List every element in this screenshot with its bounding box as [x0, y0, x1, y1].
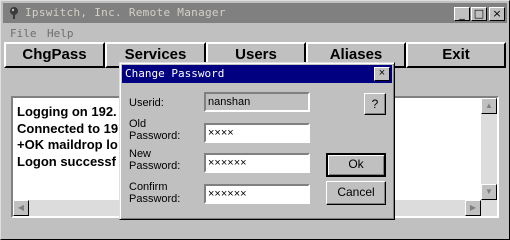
- log-line: Logon successf: [17, 154, 116, 169]
- scroll-down-arrow[interactable]: ▼: [481, 184, 497, 200]
- menu-bar: File Help: [3, 25, 507, 43]
- title-bar: Ipswitch, Inc. Remote Manager _ □ ×: [3, 3, 507, 23]
- cancel-button[interactable]: Cancel: [326, 181, 386, 205]
- confirm-password-label-1: Confirm: [129, 181, 168, 193]
- log-line: Connected to 19: [17, 121, 119, 136]
- confirm-password-label-2: Password:: [129, 193, 181, 205]
- vertical-scrollbar[interactable]: ▲ ▼: [481, 98, 497, 216]
- userid-label: Userid:: [129, 97, 164, 109]
- userid-field: nanshan: [204, 92, 310, 112]
- scroll-up-arrow[interactable]: ▲: [481, 98, 497, 114]
- window-title: Ipswitch, Inc. Remote Manager: [25, 6, 226, 19]
- new-password-label-2: Password:: [129, 160, 181, 172]
- scroll-right-arrow[interactable]: ▶: [465, 200, 481, 216]
- dialog-close-button[interactable]: ×: [374, 67, 390, 81]
- chgpass-button[interactable]: ChgPass: [4, 42, 105, 68]
- ok-button[interactable]: Ok: [326, 153, 386, 177]
- main-window: Ipswitch, Inc. Remote Manager _ □ × File…: [0, 0, 510, 240]
- log-line: +OK maildrop lo: [17, 137, 118, 152]
- confirm-password-input[interactable]: ××××××: [204, 184, 310, 204]
- menu-file[interactable]: File: [10, 27, 37, 40]
- log-line: Logging on 192.: [17, 104, 117, 119]
- old-password-label-1: Old: [129, 118, 147, 130]
- change-password-dialog: Change Password × Userid: nanshan Old Pa…: [119, 62, 395, 220]
- minimize-button[interactable]: _: [454, 7, 470, 21]
- new-password-input[interactable]: ××××××: [204, 153, 310, 173]
- close-button[interactable]: ×: [489, 7, 505, 21]
- new-password-label-1: New: [129, 148, 152, 160]
- old-password-label-2: Password:: [129, 130, 181, 142]
- app-icon: [10, 7, 18, 19]
- exit-button[interactable]: Exit: [406, 42, 506, 68]
- menu-help[interactable]: Help: [47, 27, 74, 40]
- help-button[interactable]: ?: [364, 93, 386, 115]
- dialog-title-bar: Change Password ×: [122, 65, 392, 83]
- dialog-title: Change Password: [125, 67, 225, 80]
- maximize-button[interactable]: □: [471, 7, 487, 21]
- old-password-input[interactable]: ××××: [204, 123, 310, 143]
- scroll-left-arrow[interactable]: ◀: [13, 200, 29, 216]
